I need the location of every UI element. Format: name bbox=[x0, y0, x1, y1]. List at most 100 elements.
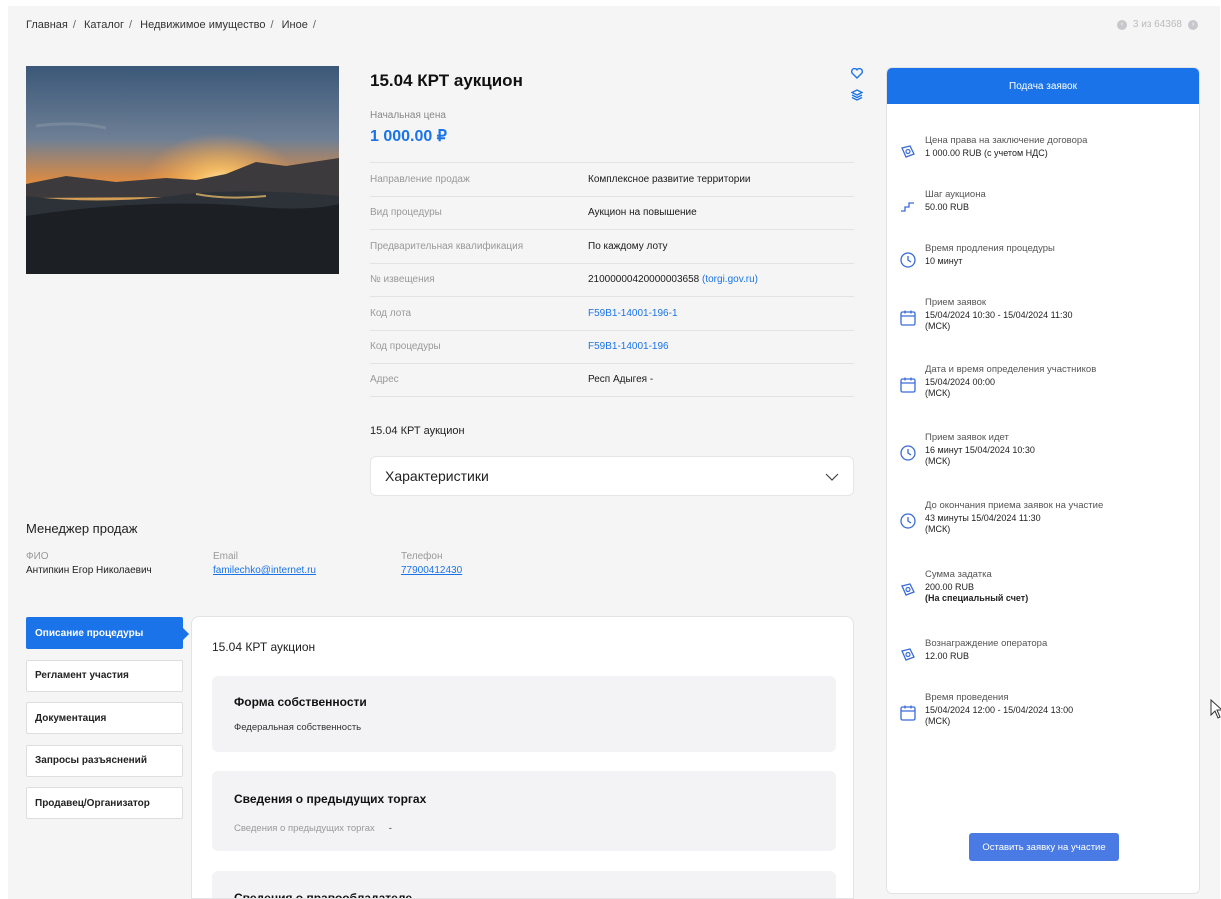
info-value-main: 15/04/2024 10:30 - 15/04/2024 11:30 bbox=[925, 310, 1073, 320]
breadcrumb-home[interactable]: Главная bbox=[26, 19, 68, 31]
lot-pager: ‹ 3 из 64368 › bbox=[1116, 19, 1198, 30]
lot-image[interactable] bbox=[26, 66, 339, 274]
info-value: 15/04/2024 00:00 (МСК) bbox=[925, 377, 995, 399]
description-title: 15.04 КРТ аукцион bbox=[212, 640, 316, 654]
info-value-main: 200.00 RUB bbox=[925, 582, 975, 592]
info-value: 16 минут 15/04/2024 10:30 (МСК) bbox=[925, 445, 1035, 467]
manager-phone: Телефон 77900412430 bbox=[401, 551, 462, 576]
info-value-tz: (МСК) bbox=[925, 456, 951, 466]
notice-number: 21000000420000003658 bbox=[588, 274, 700, 286]
clock-icon bbox=[900, 445, 916, 461]
email-label: Email bbox=[213, 551, 239, 562]
torgi-link[interactable]: (torgi.gov.ru) bbox=[702, 274, 758, 285]
clock-icon bbox=[900, 252, 916, 268]
breadcrumb-catalog[interactable]: Каталог bbox=[84, 19, 124, 31]
info-value-tz: (МСК) bbox=[925, 716, 951, 726]
info-value: 43 минуты 15/04/2024 11:30 (МСК) bbox=[925, 513, 1041, 535]
prop-value: Респ Адыгея - bbox=[588, 374, 654, 386]
lot-code-link[interactable]: F59B1-14001-196-1 bbox=[588, 308, 678, 319]
card-heading: Сведения о правообладателе bbox=[234, 891, 412, 899]
prop-key: Предварительная квалификация bbox=[370, 240, 524, 252]
lot-subtitle: 15.04 КРТ аукцион bbox=[370, 425, 465, 437]
info-label: Вознаграждение оператора bbox=[925, 638, 1048, 649]
tab-documentation[interactable]: Документация bbox=[26, 702, 183, 734]
phone-label: Телефон bbox=[401, 551, 443, 562]
prop-key: Вид процедуры bbox=[370, 207, 442, 219]
breadcrumb: Главная / Каталог / Недвижимое имущество / … bbox=[26, 19, 321, 31]
rightholder-card: Сведения о правообладателе bbox=[212, 871, 836, 899]
info-label: Прием заявок bbox=[925, 297, 987, 308]
card-label: Сведения о предыдущих торгах bbox=[234, 823, 375, 834]
lot-title: 15.04 КРТ аукцион bbox=[370, 71, 523, 90]
breadcrumb-other[interactable]: Иное bbox=[282, 19, 308, 31]
info-value: 15/04/2024 10:30 - 15/04/2024 11:30 (МСК) bbox=[925, 310, 1072, 332]
manager-email: Email familechko@internet.ru bbox=[213, 551, 316, 576]
tab-participation-rules[interactable]: Регламент участия bbox=[26, 659, 183, 692]
prev-lot-icon[interactable]: ‹ bbox=[1116, 19, 1127, 30]
clock-icon bbox=[900, 513, 916, 529]
ownership-card: Форма собственности Федеральная собствен… bbox=[212, 676, 836, 752]
prop-value: Аукцион на повышение bbox=[588, 207, 697, 219]
tab-seller-organizer[interactable]: Продавец/Организатор bbox=[26, 787, 183, 819]
fio-value: Антипкин Егор Николаевич bbox=[26, 565, 152, 576]
info-label: Прием заявок идет bbox=[925, 432, 1009, 443]
info-value: 1 000.00 RUB (с учетом НДС) bbox=[925, 148, 1048, 158]
manager-fio: ФИО Антипкин Егор Николаевич bbox=[26, 551, 152, 576]
prop-value: По каждому лоту bbox=[588, 240, 668, 252]
money-icon bbox=[901, 648, 915, 661]
card-heading: Сведения о предыдущих торгах bbox=[234, 792, 427, 806]
card-text: Федеральная собственность bbox=[234, 722, 362, 733]
mouse-cursor-icon bbox=[1210, 699, 1221, 719]
calendar-icon bbox=[900, 705, 916, 721]
prop-key: Код процедуры bbox=[370, 341, 441, 353]
info-label: До окончания приема заявок на участие bbox=[925, 500, 1104, 511]
tab-clarification-requests[interactable]: Запросы разъяснений bbox=[26, 744, 183, 777]
prop-row-qualification: Предварительная квалификация По каждому … bbox=[370, 229, 854, 263]
page: Главная / Каталог / Недвижимое имущество / … bbox=[8, 6, 1221, 899]
sunset-beach-image bbox=[26, 66, 339, 274]
info-value-tz: (МСК) bbox=[925, 524, 951, 534]
application-panel: Подача заявок Цена права на заключение д… bbox=[886, 67, 1200, 894]
phone-link[interactable]: 77900412430 bbox=[401, 565, 462, 576]
prop-row-lot-code: Код лота F59B1-14001-196-1 bbox=[370, 296, 854, 330]
prop-row-direction: Направление продаж Комплексное развитие … bbox=[370, 162, 854, 196]
email-link[interactable]: familechko@internet.ru bbox=[213, 565, 316, 576]
info-value: 50.00 RUB bbox=[925, 202, 970, 212]
prop-row-address: Адрес Респ Адыгея - bbox=[370, 363, 854, 397]
prop-row-procedure-type: Вид процедуры Аукцион на повышение bbox=[370, 195, 854, 230]
info-label: Шаг аукциона bbox=[925, 189, 986, 200]
info-value-tz: (МСК) bbox=[925, 388, 951, 398]
info-value-tz: (МСК) bbox=[925, 321, 951, 331]
money-icon bbox=[901, 583, 915, 596]
prop-row-procedure-code: Код процедуры F59B1-14001-196 bbox=[370, 329, 854, 364]
procedure-code-link[interactable]: F59B1-14001-196 bbox=[588, 341, 669, 352]
money-icon bbox=[901, 145, 915, 158]
submit-application-button[interactable]: Оставить заявку на участие bbox=[969, 833, 1119, 861]
info-value: 10 минут bbox=[925, 256, 963, 266]
breadcrumb-separator: / bbox=[72, 19, 76, 31]
characteristics-accordion[interactable]: Характеристики bbox=[370, 456, 854, 496]
info-value-main: 43 минуты 15/04/2024 11:30 bbox=[925, 513, 1041, 523]
tab-procedure-description[interactable]: Описание процедуры bbox=[26, 617, 189, 649]
info-value-main: 15/04/2024 00:00 bbox=[925, 377, 996, 387]
manager-title: Менеджер продаж bbox=[26, 521, 138, 536]
layers-icon[interactable] bbox=[850, 88, 864, 106]
heart-icon[interactable] bbox=[851, 66, 863, 84]
breadcrumb-real-estate[interactable]: Недвижимое имущество bbox=[140, 19, 265, 31]
accordion-label: Характеристики bbox=[385, 468, 489, 484]
calendar-icon bbox=[900, 377, 916, 393]
price-value: 1 000.00 ₽ bbox=[370, 128, 447, 145]
application-panel-header: Подача заявок bbox=[887, 68, 1199, 104]
info-value: 200.00 RUB (На специальный счет) bbox=[925, 582, 1028, 604]
pager-text: 3 из 64368 bbox=[1132, 19, 1182, 30]
info-value-main: 16 минут 15/04/2024 10:30 bbox=[925, 445, 1035, 455]
breadcrumb-separator: / bbox=[312, 19, 316, 31]
next-lot-icon[interactable]: › bbox=[1188, 19, 1198, 30]
card-text: Сведения о предыдущих торгах - bbox=[234, 823, 392, 834]
info-label: Время продления процедуры bbox=[925, 243, 1055, 254]
prop-value: Комплексное развитие территории bbox=[588, 173, 751, 185]
prop-value: 21000000420000003658 (torgi.gov.ru) bbox=[588, 274, 758, 285]
description-panel: 15.04 КРТ аукцион Форма собственности Фе… bbox=[191, 616, 854, 899]
info-value-note: (На специальный счет) bbox=[925, 593, 1029, 603]
breadcrumb-separator: / bbox=[129, 19, 133, 31]
